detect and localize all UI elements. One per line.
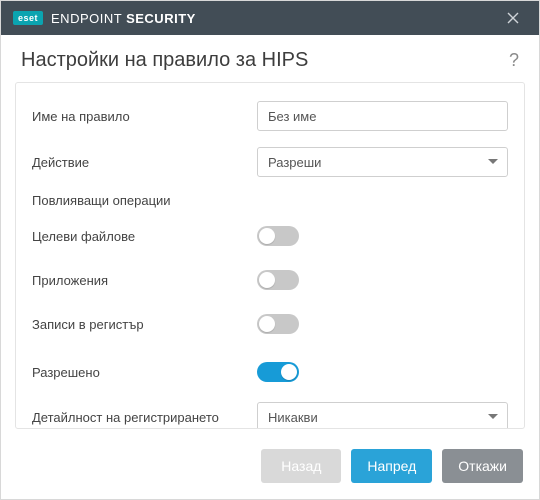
- brand-badge: eset: [13, 11, 43, 25]
- cancel-button[interactable]: Откажи: [442, 449, 523, 483]
- close-button[interactable]: [499, 4, 527, 32]
- dialog-header: Настройки на правило за HIPS ?: [1, 35, 539, 82]
- row-registry: Записи в регистър: [32, 310, 508, 338]
- action-select[interactable]: Разреши: [257, 147, 508, 177]
- dialog-footer: Назад Напред Откажи: [1, 439, 539, 499]
- registry-toggle[interactable]: [257, 314, 299, 334]
- applications-toggle[interactable]: [257, 270, 299, 290]
- dialog-window: eset ENDPOINT SECURITY Настройки на прав…: [0, 0, 540, 500]
- brand-text-bold: SECURITY: [126, 11, 196, 26]
- brand-text-light: ENDPOINT: [51, 11, 126, 26]
- close-icon: [507, 12, 519, 24]
- rule-name-label: Име на правило: [32, 109, 257, 124]
- form-panel: Име на правило Действие Разреши Повлиява…: [15, 82, 525, 429]
- brand-text: ENDPOINT SECURITY: [51, 11, 196, 26]
- target-files-label: Целеви файлове: [32, 229, 257, 244]
- help-button[interactable]: ?: [509, 50, 519, 71]
- logging-select-wrap: Никакви: [257, 402, 508, 429]
- row-action: Действие Разреши: [32, 147, 508, 177]
- applications-label: Приложения: [32, 273, 257, 288]
- logging-select[interactable]: Никакви: [257, 402, 508, 429]
- titlebar: eset ENDPOINT SECURITY: [1, 1, 539, 35]
- logging-label: Детайлност на регистрирането: [32, 410, 257, 425]
- row-logging: Детайлност на регистрирането Никакви: [32, 402, 508, 429]
- action-select-wrap: Разреши: [257, 147, 508, 177]
- page-title: Настройки на правило за HIPS: [21, 49, 509, 72]
- enabled-toggle[interactable]: [257, 362, 299, 382]
- row-applications: Приложения: [32, 266, 508, 294]
- operations-heading: Повлияващи операции: [32, 193, 508, 208]
- row-enabled: Разрешено: [32, 358, 508, 386]
- row-rule-name: Име на правило: [32, 101, 508, 131]
- next-button[interactable]: Напред: [351, 449, 432, 483]
- row-target-files: Целеви файлове: [32, 222, 508, 250]
- enabled-label: Разрешено: [32, 365, 257, 380]
- back-button: Назад: [261, 449, 341, 483]
- target-files-toggle[interactable]: [257, 226, 299, 246]
- registry-label: Записи в регистър: [32, 317, 257, 332]
- rule-name-input[interactable]: [257, 101, 508, 131]
- action-label: Действие: [32, 155, 257, 170]
